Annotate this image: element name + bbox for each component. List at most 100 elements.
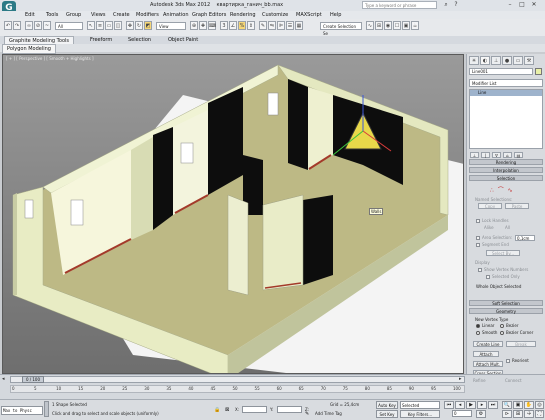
menu-modifiers[interactable]: Modifiers (136, 12, 159, 18)
curve-editor-icon[interactable]: ∿ (366, 21, 374, 30)
align-icon[interactable]: ⊫ (277, 21, 285, 30)
search-input[interactable]: Type a keyword or phrase (362, 1, 437, 9)
field-of-view-icon[interactable]: ⊳ (502, 410, 512, 418)
copy-button[interactable]: Copy (478, 203, 502, 209)
tab-object-paint[interactable]: Object Paint (168, 37, 198, 43)
close-icon[interactable]: ✕ (530, 1, 538, 9)
reference-coord-dropdown[interactable]: View (156, 22, 186, 30)
stack-item-line[interactable]: Line (470, 90, 542, 96)
create-tab-icon[interactable]: ✳ (469, 56, 479, 65)
remove-modifier-icon[interactable]: ⌂ (503, 152, 512, 158)
maxscript-listener-input[interactable]: Max to Physc (1, 406, 43, 415)
graphite-tools-icon[interactable]: ▦ (295, 21, 303, 30)
menu-tools[interactable]: Tools (46, 12, 58, 18)
play-icon[interactable]: ▶ (466, 401, 476, 409)
create-line-button[interactable]: Create Line (473, 341, 503, 347)
schematic-view-icon[interactable]: ⊞ (375, 21, 383, 30)
rotate-icon[interactable]: ↻ (135, 21, 143, 30)
scale-icon[interactable]: ◩ (144, 21, 152, 30)
menu-customize[interactable]: Customize (262, 12, 288, 18)
tab-selection[interactable]: Selection (128, 37, 151, 43)
time-config-icon[interactable]: ⚙ (476, 410, 486, 418)
maximize-viewport-icon[interactable]: ⛶ (535, 410, 544, 418)
zoom-all-icon[interactable]: ⊞ (513, 410, 523, 418)
menu-help[interactable]: Help (330, 12, 341, 18)
lock-handles-checkbox[interactable] (476, 219, 480, 223)
subobject-level-icons[interactable]: ∴ ⌒ ∿ (490, 185, 514, 194)
add-time-tag-button[interactable]: Add Time Tag (315, 411, 342, 416)
make-unique-icon[interactable]: ∀ (492, 152, 501, 158)
modifier-list-dropdown[interactable]: Modifier List (469, 79, 543, 87)
go-to-start-icon[interactable]: ⏮ (444, 401, 454, 409)
time-slider-thumb[interactable]: 0 / 100 (22, 376, 44, 383)
pin-stack-icon[interactable]: ⊥ (470, 152, 479, 158)
configure-sets-icon[interactable]: ▤ (514, 152, 523, 158)
show-vertex-numbers-checkbox[interactable] (478, 268, 482, 272)
hierarchy-tab-icon[interactable]: ⊥ (491, 56, 501, 65)
segment-end-checkbox[interactable] (476, 243, 480, 247)
attach-mult-button[interactable]: Attach Mult. (473, 361, 503, 367)
modify-tab-icon[interactable]: ◐ (480, 56, 490, 65)
snap-toggle-icon[interactable]: 3 (220, 21, 228, 30)
show-end-result-icon[interactable]: | (481, 152, 490, 158)
key-filters-button[interactable]: Key Filters... (400, 410, 440, 418)
menu-maxscript[interactable]: MAXScript (296, 12, 322, 18)
minimize-icon[interactable]: – (506, 1, 514, 9)
current-frame-input[interactable]: 0 (452, 410, 472, 417)
attach-button[interactable]: Attach (473, 351, 499, 357)
menu-rendering[interactable]: Rendering (230, 12, 256, 18)
object-color-swatch[interactable] (535, 68, 542, 75)
render-production-icon[interactable]: ☕ (411, 21, 419, 30)
move-icon[interactable]: ✥ (126, 21, 134, 30)
zoom-icon[interactable]: 🔍 (502, 401, 512, 409)
menu-group[interactable]: Group (66, 12, 81, 18)
rollout-rendering[interactable]: Rendering (469, 159, 543, 165)
go-to-end-icon[interactable]: ⏭ (488, 401, 498, 409)
spinner-snap-icon[interactable]: ⇕ (247, 21, 255, 30)
key-mode-dropdown[interactable]: Selected (400, 401, 440, 409)
perspective-viewport[interactable] (2, 54, 464, 374)
bezier-radio[interactable] (500, 324, 504, 328)
bind-space-warp-icon[interactable]: ~ (43, 21, 51, 30)
motion-tab-icon[interactable]: ● (502, 56, 512, 65)
orbit-icon[interactable]: ◎ (535, 401, 544, 409)
menu-graph-editors[interactable]: Graph Editors (192, 12, 226, 18)
rect-region-icon[interactable]: ▭ (105, 21, 113, 30)
rendered-frame-icon[interactable]: ▣ (402, 21, 410, 30)
polygon-modeling-panel[interactable]: Polygon Modeling (2, 44, 56, 54)
paste-button[interactable]: Paste (505, 203, 529, 209)
menu-animation[interactable]: Animation (163, 12, 189, 18)
y-coord-input[interactable] (277, 406, 302, 413)
bezier-corner-radio[interactable] (500, 331, 504, 335)
rollout-soft-selection[interactable]: Soft Selection (469, 300, 543, 306)
area-selection-checkbox[interactable] (476, 236, 480, 240)
edit-named-sets-icon[interactable]: ✎ (259, 21, 267, 30)
layer-manager-icon[interactable]: ☰ (286, 21, 294, 30)
smooth-radio[interactable] (476, 331, 480, 335)
reorient-checkbox[interactable] (506, 359, 510, 363)
viewport-label[interactable]: [ + ] [ Perspective ] [ Smooth + Highlig… (6, 56, 94, 61)
time-tag-icon[interactable]: ✎ (305, 411, 309, 417)
selected-only-checkbox[interactable] (486, 275, 490, 279)
x-coord-input[interactable] (242, 406, 267, 413)
time-slider-track[interactable] (10, 376, 465, 383)
rollout-selection[interactable]: Selection (469, 175, 543, 181)
named-selection-set-dropdown[interactable]: Create Selection Se (320, 22, 362, 36)
pivot-center-icon[interactable]: ⊕ (190, 21, 198, 30)
prev-frame-icon[interactable]: ◂ (2, 376, 5, 382)
next-frame-icon[interactable]: ▸ (459, 376, 462, 382)
zoom-extents-icon[interactable]: ▣ (513, 401, 523, 409)
select-by-button[interactable]: Select By... (486, 250, 520, 256)
next-key-icon[interactable]: ▸ (477, 401, 487, 409)
keyboard-shortcut-icon[interactable]: ⌨ (208, 21, 216, 30)
linear-radio[interactable] (476, 324, 480, 328)
auto-key-button[interactable]: Auto Key (376, 401, 398, 409)
undo-icon[interactable]: ↶ (4, 21, 12, 30)
status-selection-lock[interactable] (44, 401, 49, 417)
maximize-icon[interactable]: □ (518, 1, 526, 9)
link-icon[interactable]: ∞ (25, 21, 33, 30)
angle-snap-icon[interactable]: ∠ (229, 21, 237, 30)
lock-icon[interactable]: 🔒 (214, 407, 220, 413)
select-object-icon[interactable]: ↖ (87, 21, 95, 30)
walk-through-icon[interactable]: ☩ (524, 410, 534, 418)
